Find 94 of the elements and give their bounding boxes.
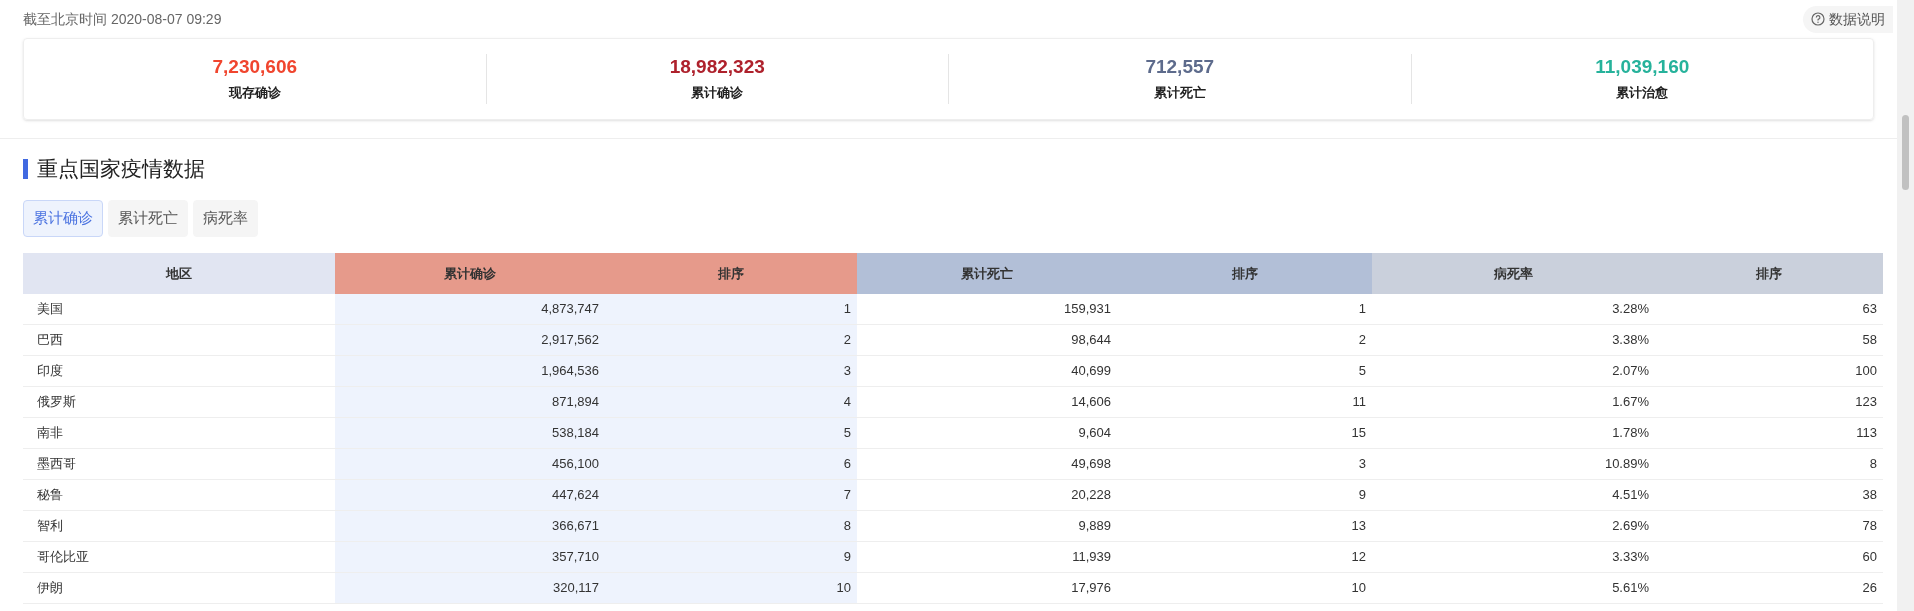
table-cell: 1: [605, 294, 857, 324]
table-cell: 7: [605, 480, 857, 510]
table-cell: 447,624: [335, 480, 605, 510]
table-cell-text: 40,699: [1070, 362, 1112, 381]
table-cell-text: 墨西哥: [36, 455, 77, 474]
table-cell-text: 9: [1357, 486, 1367, 505]
table-cell: 9: [605, 542, 857, 572]
update-time: 截至北京时间 2020-08-07 09:29: [23, 9, 222, 29]
column-header[interactable]: 病死率: [1494, 263, 1533, 284]
table-cell-text: 5: [1357, 362, 1367, 381]
column-header[interactable]: 累计确诊: [444, 263, 496, 284]
table-cell: 2,917,562: [335, 325, 605, 355]
help-icon: [1811, 12, 1825, 26]
table-cell-text: 2: [1357, 331, 1367, 350]
table-cell-text: 美国: [36, 300, 64, 319]
table-cell-text: 12: [1350, 548, 1367, 567]
column-header[interactable]: 排序: [1756, 263, 1782, 284]
table-cell-text: 123: [1854, 393, 1878, 412]
table-cell-text: 38: [1861, 486, 1878, 505]
title-accent-bar: [23, 159, 28, 179]
column-header[interactable]: 地区: [166, 263, 192, 284]
stat-value: 7,230,606: [212, 55, 297, 80]
table-cell-text: 14,606: [1070, 393, 1112, 412]
table-cell-text: 俄罗斯: [36, 393, 77, 412]
table-cell-text: 1.67%: [1611, 393, 1650, 412]
stat-label: 累计死亡: [1153, 84, 1206, 103]
table-cell: 538,184: [335, 418, 605, 448]
scrollbar-thumb[interactable]: [1902, 115, 1909, 190]
table-cell-text: 13: [1350, 517, 1367, 536]
table-cell-text: 秘鲁: [36, 486, 64, 505]
table-cell-text: 98,644: [1070, 331, 1112, 350]
table-cell-text: 8: [1868, 455, 1878, 474]
table-cell-text: 49,698: [1070, 455, 1112, 474]
stat-value: 18,982,323: [669, 55, 765, 80]
table-cell-text: 11: [1351, 393, 1367, 412]
table-cell-text: 78: [1861, 517, 1878, 536]
table-cell-text: 9,604: [1077, 424, 1112, 443]
stat-label: 现存确诊: [228, 84, 281, 103]
table-cell: 456,100: [335, 449, 605, 479]
tab[interactable]: 病死率: [193, 200, 258, 237]
table-cell: 4,873,747: [335, 294, 605, 324]
table-cell-text: 3.38%: [1611, 331, 1650, 350]
table-cell-text: 2.07%: [1611, 362, 1650, 381]
table-cell-text: 17,976: [1070, 579, 1112, 598]
column-header[interactable]: 累计死亡: [961, 263, 1013, 284]
table-cell-text: 1: [1357, 300, 1367, 319]
table-cell-text: 26: [1861, 579, 1878, 598]
table-cell-text: 1.78%: [1611, 424, 1650, 443]
stat-label: 累计治愈: [1616, 84, 1669, 103]
table-cell-text: 印度: [36, 362, 64, 381]
table-cell-text: 南非: [36, 424, 64, 443]
stat-label: 累计确诊: [691, 84, 744, 103]
table-cell: 4: [605, 387, 857, 417]
table-cell: 8: [605, 511, 857, 541]
table-cell: 357,710: [335, 542, 605, 572]
table-cell-text: 10: [1350, 579, 1367, 598]
table-cell: 871,894: [335, 387, 605, 417]
table-cell-text: 63: [1861, 300, 1878, 319]
table-cell: 2: [605, 325, 857, 355]
table-cell-text: 58: [1861, 331, 1878, 350]
table-cell-text: 100: [1854, 362, 1878, 381]
table-cell: 320,117: [335, 573, 605, 603]
tab[interactable]: 累计确诊: [23, 200, 103, 237]
section-title: 重点国家疫情数据: [37, 156, 205, 183]
stat-value: 11,039,160: [1595, 55, 1690, 80]
table-cell-text: 4.51%: [1611, 486, 1650, 505]
table-cell: 366,671: [335, 511, 605, 541]
table-cell-text: 智利: [36, 517, 64, 536]
table-cell-text: 20,228: [1070, 486, 1112, 505]
column-header[interactable]: 排序: [718, 263, 744, 284]
table-cell-text: 2.69%: [1611, 517, 1650, 536]
table-cell: 6: [605, 449, 857, 479]
table-cell-text: 60: [1861, 548, 1878, 567]
table-cell-text: 159,931: [1063, 300, 1112, 319]
table-cell-text: 10.89%: [1603, 455, 1650, 474]
table-cell-text: 9,889: [1077, 517, 1112, 536]
table-cell: 5: [605, 418, 857, 448]
table-cell: 10: [605, 573, 857, 603]
table-cell-text: 巴西: [36, 331, 64, 350]
table-cell-text: 15: [1350, 424, 1367, 443]
column-header[interactable]: 排序: [1231, 263, 1258, 284]
table-cell-text: 伊朗: [36, 579, 64, 598]
table-cell: 3: [605, 356, 857, 386]
table-cell-text: 11,939: [1071, 548, 1112, 567]
table-cell-text: 5.61%: [1611, 579, 1650, 598]
stat-value: 712,557: [1145, 55, 1215, 80]
table-cell-text: 3: [1357, 455, 1367, 474]
table-cell-text: 113: [1855, 424, 1878, 443]
table-cell-text: 3.28%: [1611, 300, 1650, 319]
table-cell-text: 3.33%: [1611, 548, 1650, 567]
tab[interactable]: 累计死亡: [108, 200, 188, 237]
data-info-button[interactable]: 数据说明: [1803, 5, 1893, 33]
table-cell-text: 哥伦比亚: [36, 548, 90, 567]
table-cell: 1,964,536: [335, 356, 605, 386]
